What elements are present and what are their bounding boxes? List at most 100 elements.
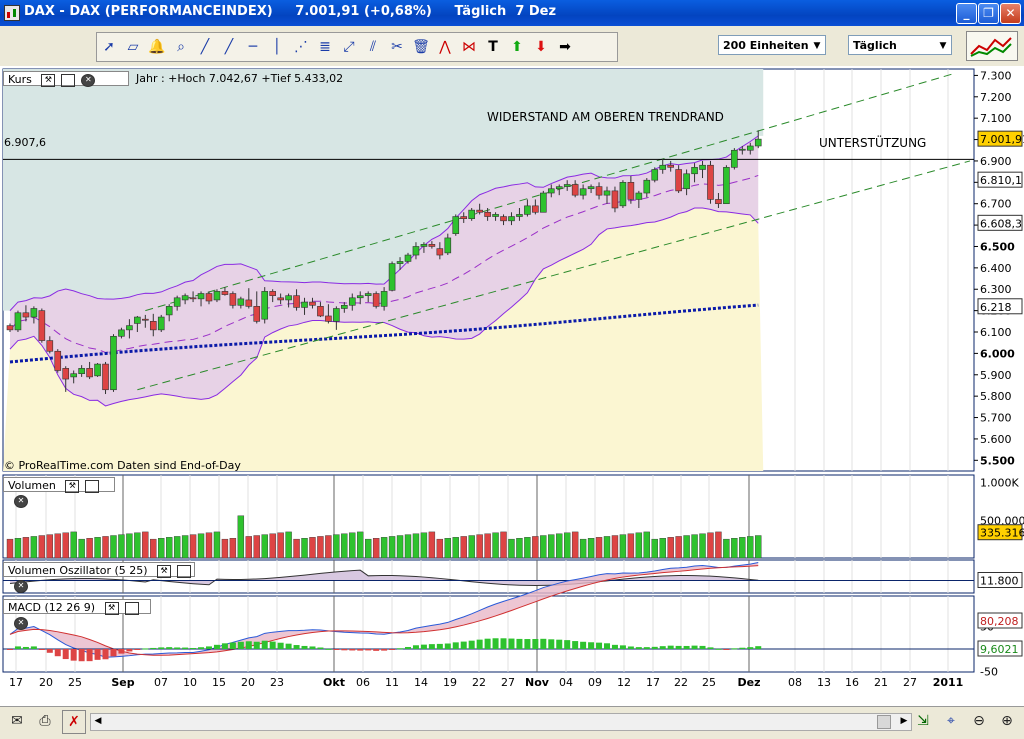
candle-body — [86, 368, 93, 378]
wrench-icon[interactable]: ⚒ — [41, 73, 56, 87]
interval-select[interactable]: Täglich ▼ — [848, 35, 952, 55]
volume-bar — [30, 536, 38, 559]
close-icon[interactable]: ✕ — [14, 494, 28, 508]
macd-histogram-bar — [221, 643, 228, 649]
tools-icon[interactable]: ✂ — [385, 35, 409, 59]
macd-tick-label: -50 — [980, 666, 998, 679]
volume-bar — [38, 535, 46, 559]
date-tick-label: 16 — [845, 676, 859, 689]
candle-body — [118, 329, 125, 337]
candle-body — [508, 216, 515, 222]
candle-body — [157, 316, 165, 331]
volume-bar — [197, 533, 205, 559]
volume-bar — [142, 531, 149, 559]
window-icon[interactable] — [85, 479, 100, 493]
candle-body — [460, 216, 468, 219]
down-arrow-icon[interactable]: ⬇ — [529, 35, 553, 59]
macd-histogram-bar — [412, 645, 419, 649]
close-icon[interactable]: ✕ — [14, 616, 28, 630]
zoom-in-icon[interactable]: ⊕ — [996, 710, 1018, 732]
hline-icon[interactable]: ─ — [241, 35, 265, 59]
pointer-icon[interactable]: ➚ — [97, 35, 121, 59]
volume-bar — [404, 534, 412, 559]
trash-icon[interactable]: 🗑 — [409, 35, 433, 59]
macd-histogram-bar — [659, 646, 666, 649]
macd-histogram-bar — [166, 647, 173, 649]
cross-icon[interactable]: ✗ — [62, 710, 86, 734]
macd-histogram-bar — [325, 648, 332, 650]
restore-button[interactable]: ❐ — [978, 3, 999, 24]
drawing-tools: ➚ ▱ 🔔 ⌕ ╱ ╱ ─ │ ⋰ ≣ ⤢ ⫽ ✂ 🗑 ⋀ ⋈ T ⬆ ⬇ ➡ — [96, 32, 618, 62]
candle-body — [476, 209, 483, 213]
macd-histogram-bar — [198, 647, 205, 649]
candle-body — [221, 291, 229, 295]
wrench-icon[interactable]: ⚒ — [65, 479, 80, 493]
macd-histogram-bar — [580, 641, 587, 649]
text-icon[interactable]: T — [481, 35, 505, 59]
macd-histogram-bar — [365, 649, 372, 651]
price-tick-label: 5.600 — [980, 433, 1012, 446]
date-tick-label: 27 — [903, 676, 917, 689]
close-button[interactable]: ✕ — [1000, 3, 1021, 24]
window-icon[interactable] — [61, 73, 76, 87]
macd-histogram-bar — [508, 638, 515, 649]
volume-bar — [667, 537, 674, 559]
up-arrow-icon[interactable]: ⬆ — [505, 35, 529, 59]
candle-body — [643, 179, 651, 194]
macd-histogram-bar — [182, 647, 189, 649]
volume-bar — [325, 535, 332, 559]
minimize-button[interactable]: _ — [956, 3, 977, 24]
macd-histogram-bar — [683, 645, 690, 649]
close-icon[interactable]: ✕ — [81, 73, 96, 87]
price-tick-label: 6.300 — [980, 283, 1012, 296]
candle-body — [500, 216, 507, 222]
price-tick-label: 5.900 — [980, 369, 1012, 382]
zoom-fit-icon[interactable]: ⌖ — [940, 710, 962, 732]
channel-icon[interactable]: ⫽ — [361, 35, 385, 59]
scroll-right-icon[interactable]: ▶ — [897, 714, 911, 728]
autoscroll-icon[interactable]: ⇲ — [912, 710, 934, 732]
volume-bar — [189, 534, 197, 559]
candle-body — [229, 293, 237, 306]
mail-icon[interactable]: ✉ — [6, 710, 28, 732]
volume-bar — [699, 533, 706, 559]
wrench-icon[interactable]: ⚒ — [104, 601, 119, 615]
right-arrow-icon[interactable]: ➡ — [553, 35, 577, 59]
close-icon[interactable]: ✕ — [14, 579, 28, 593]
vline-icon[interactable]: │ — [265, 35, 289, 59]
window-icon[interactable] — [177, 564, 192, 578]
macd-histogram-bar — [277, 642, 284, 649]
fork-icon[interactable]: ⋰ — [289, 35, 313, 59]
scroll-left-icon[interactable]: ◀ — [91, 714, 105, 728]
wrench-icon[interactable]: ⚒ — [157, 564, 172, 578]
chart-canvas[interactable]: 7.3007.2007.1007.0006.9006.8006.7006.600… — [0, 66, 1024, 706]
macd-histogram-bar — [333, 649, 340, 650]
pattern-icon[interactable]: ⋀ — [433, 35, 457, 59]
zoom-icon[interactable]: ⌕ — [169, 35, 193, 59]
fib-icon[interactable]: ≣ — [313, 35, 337, 59]
zoom-out-icon[interactable]: ⊖ — [968, 710, 990, 732]
alarm-icon[interactable]: 🔔 — [145, 35, 169, 59]
print-icon[interactable]: ⎙ — [34, 710, 56, 732]
ruler-icon[interactable]: ▱ — [121, 35, 145, 59]
macd-label: MACD (12 26 9) — [8, 601, 96, 614]
date-tick-label: 25 — [702, 676, 716, 689]
pattern2-icon[interactable]: ⋈ — [457, 35, 481, 59]
macd-histogram-bar — [627, 646, 634, 649]
date-tick-label: 04 — [559, 676, 573, 689]
indicator-wizard-button[interactable] — [966, 31, 1018, 61]
candle-body — [30, 308, 38, 318]
macd-histogram-bar — [540, 638, 547, 649]
window-icon[interactable] — [124, 601, 139, 615]
arrows-icon[interactable]: ⤢ — [337, 35, 361, 59]
candle-body — [341, 304, 348, 309]
macd-histogram-bar — [30, 646, 37, 649]
volume-bar — [70, 531, 77, 559]
units-select[interactable]: 200 Einheiten ▼ — [718, 35, 826, 55]
macd-histogram-bar — [349, 649, 356, 651]
horizontal-scrollbar[interactable]: ◀ ▶ — [90, 713, 912, 731]
line-icon[interactable]: ╱ — [193, 35, 217, 59]
date-tick-label: 17 — [9, 676, 23, 689]
scroll-thumb[interactable] — [877, 715, 891, 729]
line2-icon[interactable]: ╱ — [217, 35, 241, 59]
